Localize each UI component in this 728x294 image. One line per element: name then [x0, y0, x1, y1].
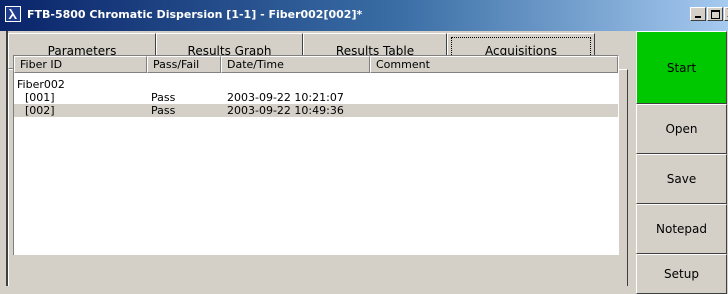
command-sidebar: Start Open Save Notepad Setup: [636, 31, 728, 294]
lambda-icon[interactable]: [5, 6, 21, 22]
setup-button[interactable]: Setup: [636, 254, 727, 294]
title-bar[interactable]: FTB-5800 Chromatic Dispersion [1-1] - Fi…: [0, 0, 728, 31]
column-header-fiber-id[interactable]: Fiber ID: [14, 56, 147, 73]
acquisitions-list[interactable]: Fiber ID Pass/Fail Date/Time Comment Fib…: [13, 55, 619, 255]
app-window: FTB-5800 Chromatic Dispersion [1-1] - Fi…: [0, 0, 728, 294]
minimize-button[interactable]: [690, 7, 706, 21]
column-header-pass-fail[interactable]: Pass/Fail: [147, 56, 221, 73]
window-title: FTB-5800 Chromatic Dispersion [1-1] - Fi…: [27, 8, 363, 21]
cell-fiber-id: [001]: [25, 91, 55, 104]
maximize-button[interactable]: [707, 7, 723, 21]
table-row-selected[interactable]: [002] Pass 2003-09-22 10:49:36: [14, 104, 618, 117]
notepad-button[interactable]: Notepad: [636, 204, 727, 254]
window-left-border: [6, 31, 8, 286]
column-header-comment[interactable]: Comment: [370, 56, 618, 73]
cell-fiber-id: [002]: [25, 104, 55, 117]
group-label: Fiber002: [17, 78, 65, 91]
table-row[interactable]: [001] Pass 2003-09-22 10:21:07: [14, 91, 618, 104]
close-button[interactable]: X: [724, 6, 728, 21]
cell-pass-fail: Pass: [151, 104, 176, 117]
save-button[interactable]: Save: [636, 154, 727, 204]
column-header-date-time[interactable]: Date/Time: [221, 56, 370, 73]
cell-date-time: 2003-09-22 10:21:07: [227, 91, 344, 104]
list-group-row[interactable]: Fiber002: [14, 78, 618, 91]
cell-date-time: 2003-09-22 10:49:36: [227, 104, 344, 117]
cell-pass-fail: Pass: [151, 91, 176, 104]
list-header: Fiber ID Pass/Fail Date/Time Comment: [14, 56, 618, 73]
start-button[interactable]: Start: [636, 31, 727, 104]
open-button[interactable]: Open: [636, 104, 727, 154]
